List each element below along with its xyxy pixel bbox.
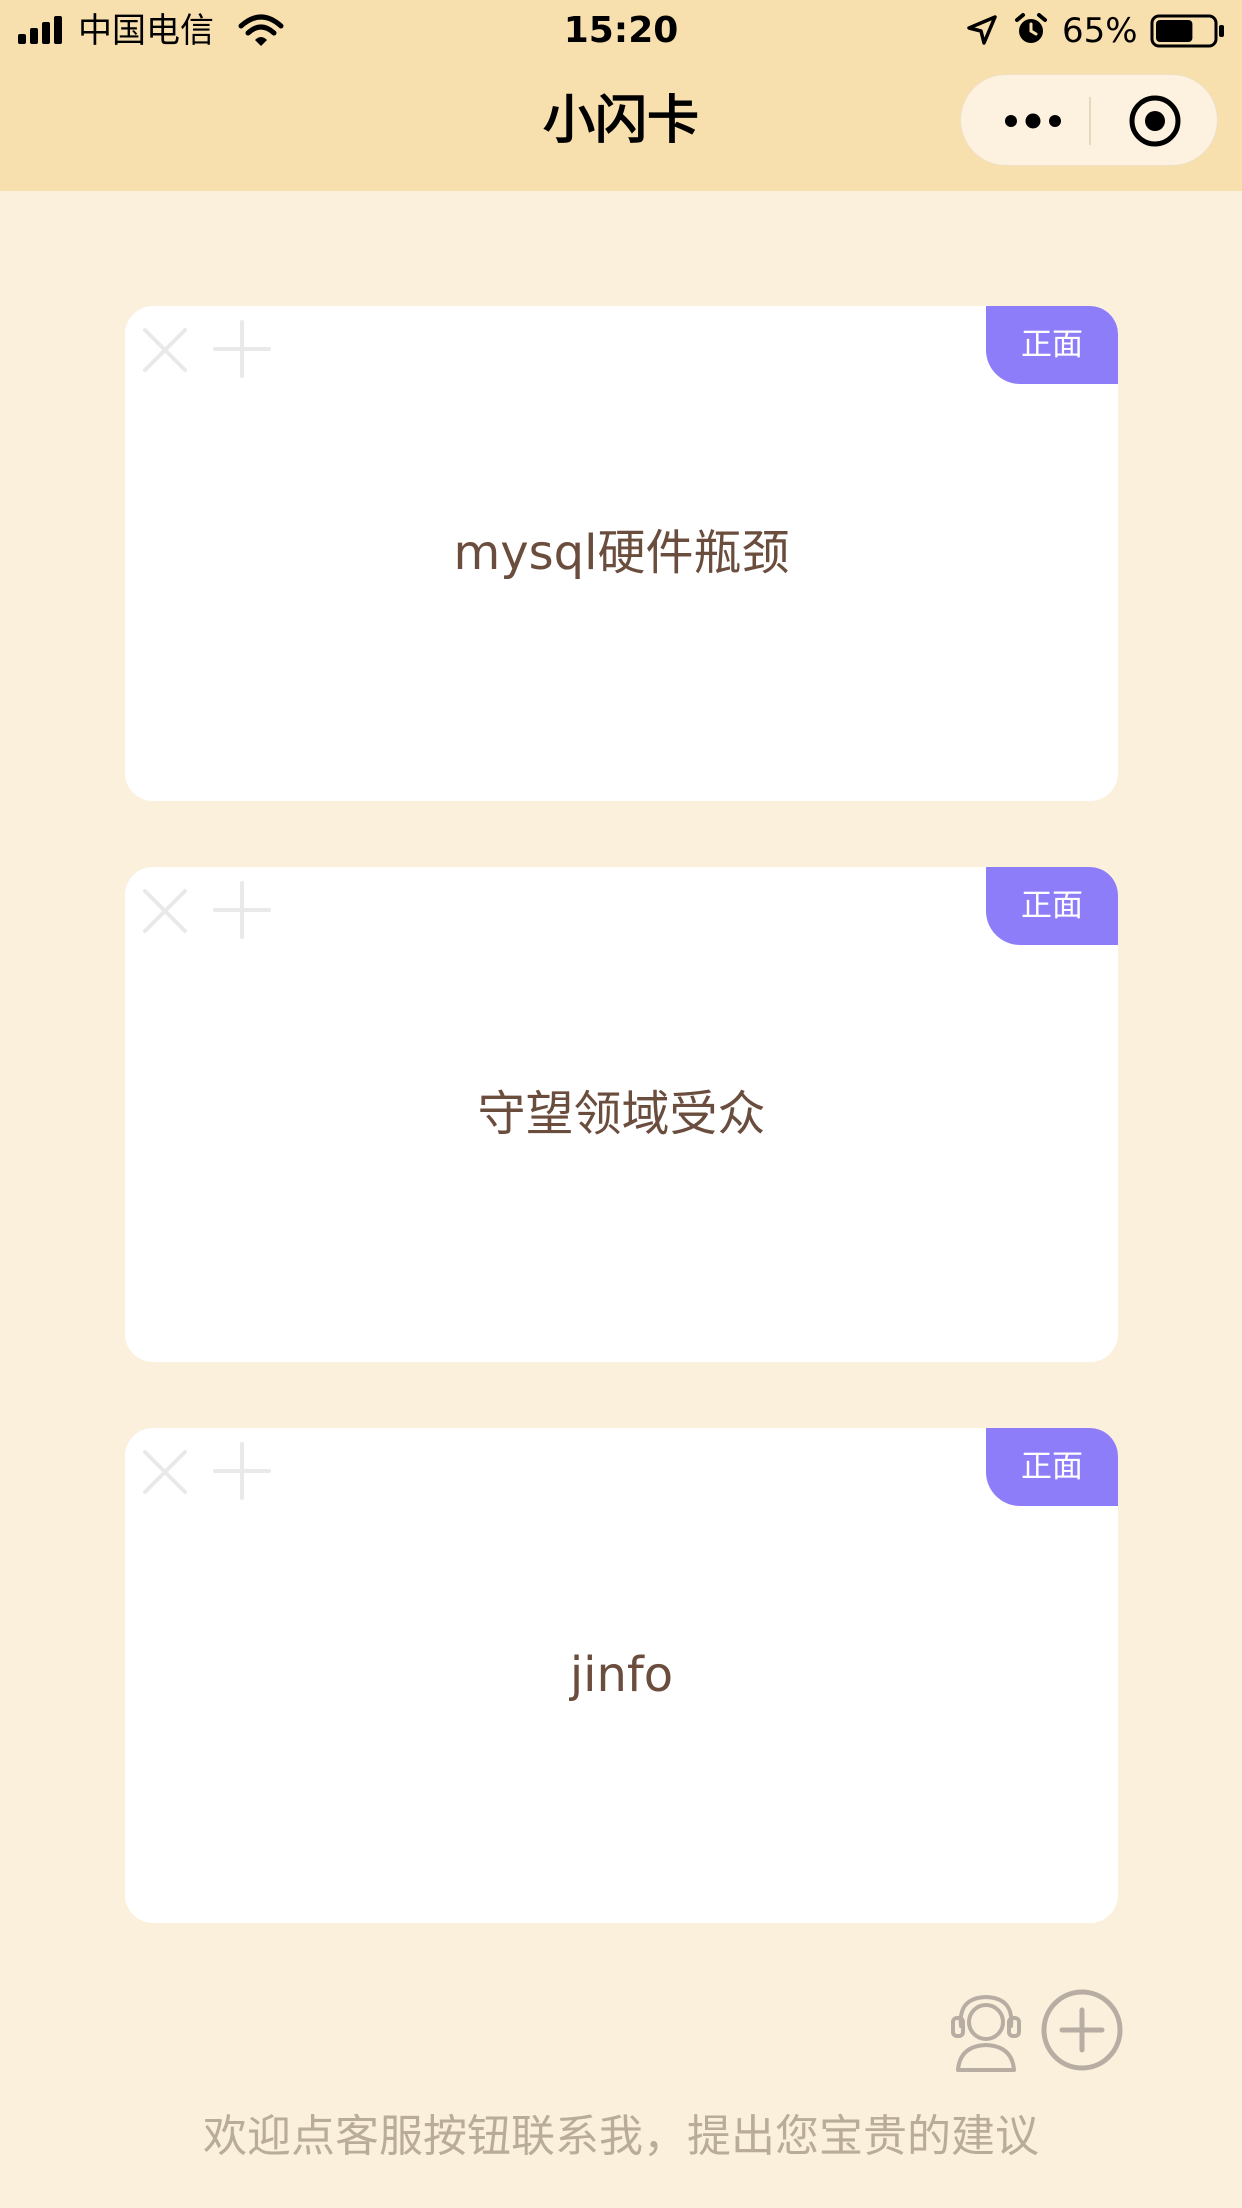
battery-percent: 65% (1062, 11, 1138, 51)
capsule-divider (1089, 97, 1091, 145)
card-side-badge[interactable]: 正面 (986, 306, 1118, 384)
header: 中国电信 15:20 65% 小闪卡 (0, 0, 1242, 191)
mini-program-capsule (960, 74, 1218, 166)
alarm-clock-icon (1015, 13, 1047, 43)
location-arrow-icon (967, 15, 997, 45)
customer-service-icon[interactable] (948, 1992, 1024, 2072)
battery-icon (1150, 14, 1224, 48)
status-bar: 中国电信 15:20 65% (0, 0, 1242, 62)
status-time: 15:20 (563, 10, 679, 51)
card-side-badge[interactable]: 正面 (986, 1428, 1118, 1506)
card-front-text: 守望领域受众 (477, 1086, 766, 1142)
add-new-card-icon[interactable] (1040, 1988, 1124, 2072)
card-front-text: mysql硬件瓶颈 (453, 525, 790, 581)
flash-card[interactable]: 守望领域受众 正面 (125, 867, 1118, 1362)
flash-card[interactable]: mysql硬件瓶颈 正面 (125, 306, 1118, 801)
close-mini-program-icon[interactable] (1127, 93, 1183, 149)
flash-card[interactable]: jinfo 正面 (125, 1428, 1118, 1923)
feedback-tip: 欢迎点客服按钮联系我，提出您宝贵的建议 (203, 2111, 1039, 2162)
more-options-icon[interactable] (1003, 103, 1063, 139)
card-front-text: jinfo (569, 1647, 674, 1703)
card-side-badge[interactable]: 正面 (986, 867, 1118, 945)
